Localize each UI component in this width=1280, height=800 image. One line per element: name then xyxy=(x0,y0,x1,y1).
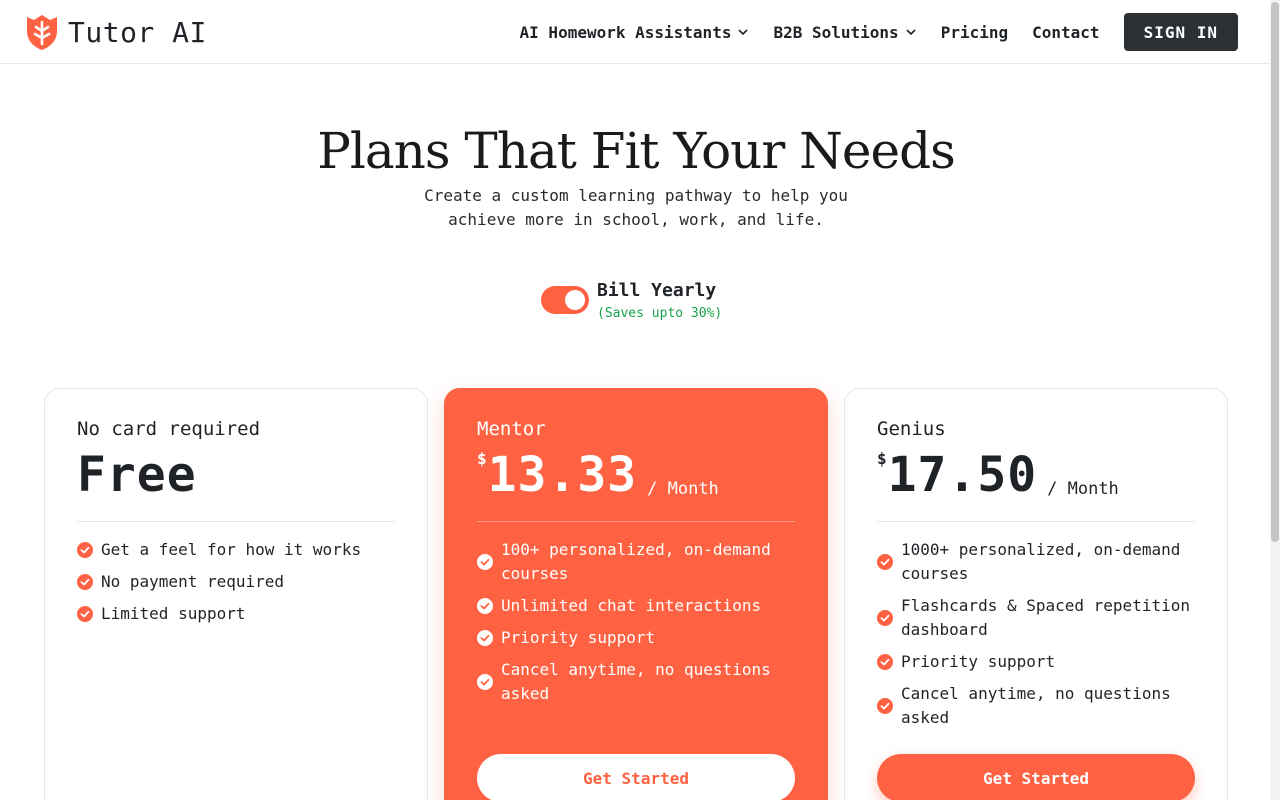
brand-logo[interactable]: Tutor AI xyxy=(24,12,207,52)
plan-price: $ 13.33 / Month xyxy=(477,447,795,503)
subtitle-line: achieve more in school, work, and life. xyxy=(448,210,824,229)
savings-note: (Saves upto 30%) xyxy=(597,306,723,321)
bill-yearly-label: Bill Yearly xyxy=(597,280,717,301)
feature-item: 1000+ personalized, on-demand courses xyxy=(877,538,1195,586)
plan-card-free: No card required Free Get a feel for how… xyxy=(44,388,428,800)
feature-text: 1000+ personalized, on-demand courses xyxy=(901,540,1181,583)
nav-label: Contact xyxy=(1032,22,1100,42)
feature-list: 100+ personalized, on-demand courses Unl… xyxy=(477,538,795,706)
check-circle-icon xyxy=(877,698,893,714)
feature-text: Priority support xyxy=(501,628,656,647)
feature-item: Priority support xyxy=(477,626,795,650)
check-circle-icon xyxy=(77,574,93,590)
plan-amount: 17.50 xyxy=(887,447,1038,503)
feature-text: Limited support xyxy=(101,604,246,623)
nav-b2b-solutions[interactable]: B2B Solutions xyxy=(773,23,916,42)
check-circle-icon xyxy=(477,674,493,690)
feature-item: Cancel anytime, no questions asked xyxy=(477,658,795,706)
get-started-button-mentor[interactable]: Get Started xyxy=(477,754,795,800)
feature-item: Unlimited chat interactions xyxy=(477,594,795,618)
nav-label: AI Homework Assistants xyxy=(519,22,732,42)
currency-symbol: $ xyxy=(477,449,487,468)
check-circle-icon xyxy=(477,630,493,646)
bill-yearly-toggle[interactable] xyxy=(541,286,589,314)
feature-text: No payment required xyxy=(101,572,285,591)
plan-price: $ 17.50 / Month xyxy=(877,447,1195,503)
feature-list: 1000+ personalized, on-demand courses Fl… xyxy=(877,538,1195,730)
plan-amount: Free xyxy=(77,447,197,503)
subtitle-line: Create a custom learning pathway to help… xyxy=(424,186,848,205)
feature-item: Flashcards & Spaced repetition dashboard xyxy=(877,594,1195,642)
feature-text: Priority support xyxy=(901,652,1056,671)
plan-label: Genius xyxy=(877,418,946,440)
main-nav: AI Homework Assistants B2B Solutions Pri… xyxy=(520,13,1238,51)
plan-label: No card required xyxy=(77,418,261,440)
scrollbar-thumb[interactable] xyxy=(1271,2,1279,542)
feature-item: Limited support xyxy=(77,602,395,626)
plan-label: Mentor xyxy=(477,418,546,440)
plan-period: / Month xyxy=(647,479,719,499)
chevron-down-icon xyxy=(906,29,916,36)
nav-pricing[interactable]: Pricing xyxy=(941,23,1008,42)
currency-symbol: $ xyxy=(877,449,887,468)
feature-text: 100+ personalized, on-demand courses xyxy=(501,540,771,583)
get-started-button-genius[interactable]: Get Started xyxy=(877,754,1195,800)
chevron-down-icon xyxy=(738,29,749,36)
site-header: Tutor AI AI Homework Assistants B2B Solu… xyxy=(0,0,1270,64)
nav-label: Pricing xyxy=(940,22,1009,42)
feature-item: 100+ personalized, on-demand courses xyxy=(477,538,795,586)
sign-in-button[interactable]: SIGN IN xyxy=(1123,13,1238,51)
plan-amount: 13.33 xyxy=(487,447,638,503)
plan-period: / Month xyxy=(1047,479,1119,499)
feature-text: Cancel anytime, no questions asked xyxy=(901,684,1171,727)
divider xyxy=(877,521,1195,522)
check-circle-icon xyxy=(77,606,93,622)
check-circle-icon xyxy=(477,554,493,570)
check-circle-icon xyxy=(877,654,893,670)
billing-toggle-row: Bill Yearly (Saves upto 30%) xyxy=(541,280,722,324)
toggle-knob xyxy=(565,290,585,310)
feature-item: Get a feel for how it works xyxy=(77,538,395,562)
nav-label: B2B Solutions xyxy=(773,22,899,42)
check-circle-icon xyxy=(477,598,493,614)
feature-list: Get a feel for how it works No payment r… xyxy=(77,538,395,626)
plan-card-mentor: Mentor $ 13.33 / Month 100+ personalized… xyxy=(444,388,828,800)
page-title: Plans That Fit Your Needs xyxy=(317,122,956,180)
plan-price: Free xyxy=(77,447,395,503)
brand-name: Tutor AI xyxy=(68,15,207,49)
divider xyxy=(477,521,795,522)
billing-text: Bill Yearly (Saves upto 30%) xyxy=(597,280,722,324)
feature-text: Cancel anytime, no questions asked xyxy=(501,660,771,703)
feature-item: Cancel anytime, no questions asked xyxy=(877,682,1195,730)
page-subtitle: Create a custom learning pathway to help… xyxy=(0,184,1272,232)
plan-card-genius: Genius $ 17.50 / Month 1000+ personalize… xyxy=(844,388,1228,800)
feature-text: Get a feel for how it works xyxy=(101,540,362,559)
nav-ai-homework-assistants[interactable]: AI Homework Assistants xyxy=(520,23,750,42)
divider xyxy=(77,521,395,522)
check-circle-icon xyxy=(77,542,93,558)
nav-contact[interactable]: Contact xyxy=(1032,23,1099,42)
check-circle-icon xyxy=(877,554,893,570)
feature-text: Unlimited chat interactions xyxy=(501,596,762,615)
page-scrollbar[interactable] xyxy=(1270,0,1280,800)
feature-text: Flashcards & Spaced repetition dashboard xyxy=(901,596,1190,639)
feature-item: No payment required xyxy=(77,570,395,594)
feature-item: Priority support xyxy=(877,650,1195,674)
check-circle-icon xyxy=(877,610,893,626)
shield-logo-icon xyxy=(27,15,57,50)
